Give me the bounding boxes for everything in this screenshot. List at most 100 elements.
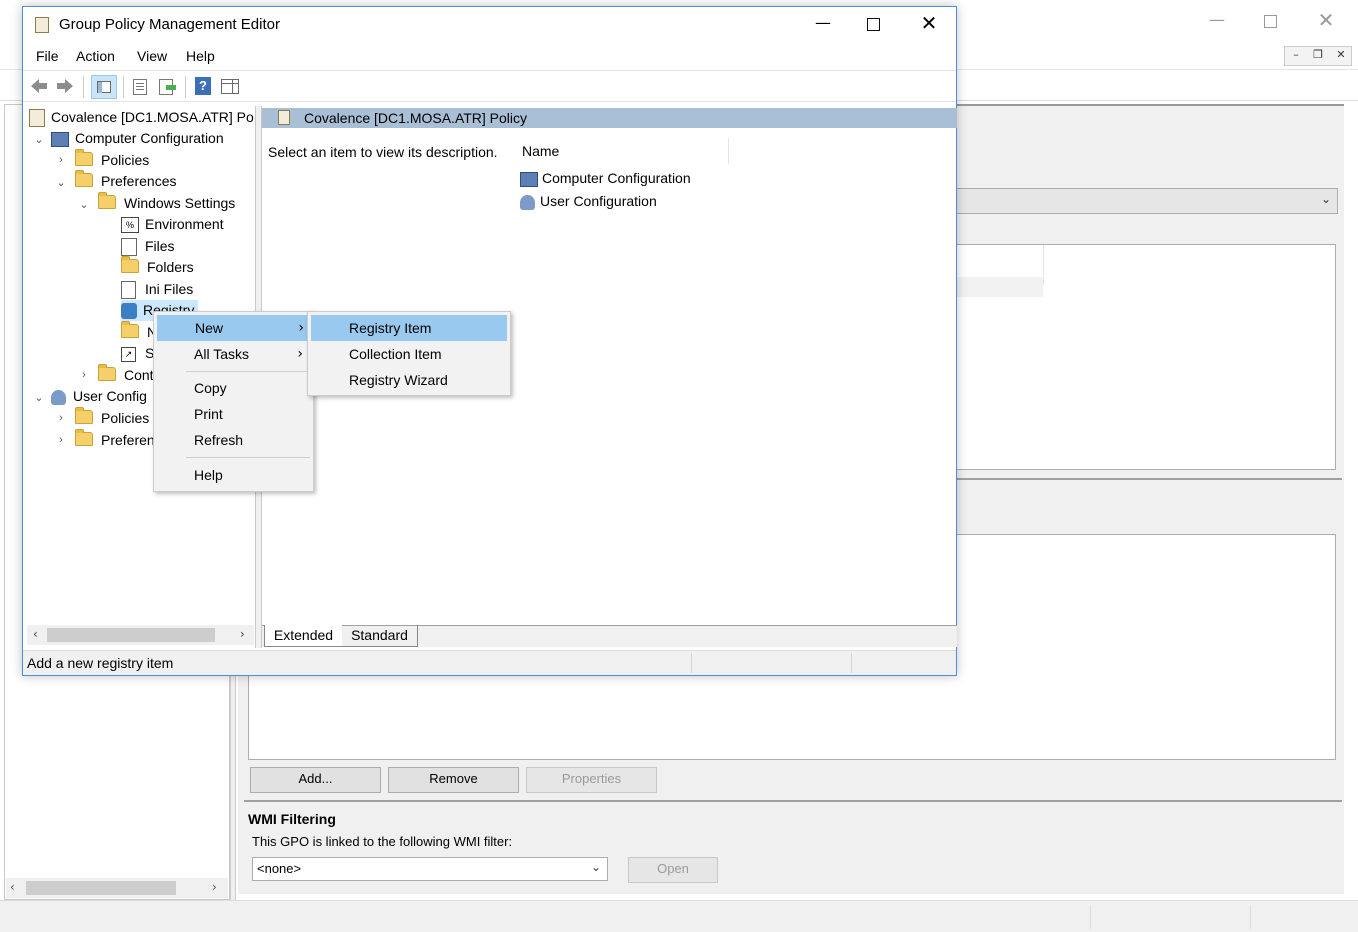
wmi-separator bbox=[244, 800, 1342, 802]
scroll-thumb[interactable] bbox=[26, 881, 176, 895]
tab-standard[interactable]: Standard bbox=[342, 625, 418, 647]
tree-user-preferences[interactable]: Preferen bbox=[75, 429, 155, 451]
chevron-down-icon[interactable]: ⌄ bbox=[55, 177, 67, 189]
minimize-button[interactable]: — bbox=[811, 13, 835, 35]
tab-extended[interactable]: Extended bbox=[264, 625, 342, 647]
menu-item-label: Print bbox=[194, 406, 223, 422]
tree-user-policies[interactable]: Policies bbox=[75, 407, 150, 429]
menu-item-label: Refresh bbox=[194, 432, 244, 448]
tree-hscroll[interactable]: ‹ › bbox=[27, 625, 254, 645]
bg-mdi-minimize[interactable]: – bbox=[1288, 48, 1304, 64]
toolbar-separator bbox=[123, 76, 124, 98]
tree-user-config-label: User Config bbox=[73, 388, 147, 404]
menu-action[interactable]: Action bbox=[76, 48, 115, 64]
menu-item-all-tasks[interactable]: All Tasks › bbox=[154, 341, 313, 367]
menu-item-label: Copy bbox=[194, 380, 227, 396]
list-item-computer-config[interactable]: Computer Configuration bbox=[520, 168, 691, 188]
export-list-icon[interactable] bbox=[159, 79, 176, 95]
tree-root[interactable]: Covalence [DC1.MOSA.ATR] Po bbox=[29, 107, 254, 128]
status-text: Add a new registry item bbox=[27, 655, 174, 671]
bg-close-button[interactable]: ✕ bbox=[1316, 8, 1336, 32]
tree-shortcuts[interactable]: ↗ S bbox=[121, 343, 154, 364]
menu-item-label: All Tasks bbox=[194, 346, 249, 362]
wmi-open-button[interactable]: Open bbox=[628, 857, 718, 883]
tree-user-preferences-label: Preferen bbox=[101, 432, 155, 448]
tree-preferences[interactable]: Preferences bbox=[75, 170, 177, 192]
editor-titlebar: Group Policy Management Editor — ✕ bbox=[23, 7, 956, 43]
menu-view[interactable]: View bbox=[137, 48, 167, 64]
details-header: Covalence [DC1.MOSA.ATR] Policy bbox=[262, 108, 957, 128]
menu-item-label: New bbox=[195, 320, 224, 336]
menu-item-print[interactable]: Print bbox=[154, 401, 313, 427]
tree-files-label: Files bbox=[145, 238, 175, 254]
bg-minimize-button[interactable]: — bbox=[1204, 10, 1230, 34]
menu-item-registry-wizard[interactable]: Registry Wizard bbox=[308, 367, 510, 393]
chevron-right-icon[interactable]: › bbox=[78, 369, 90, 381]
tree-preferences-label: Preferences bbox=[101, 173, 177, 189]
computer-icon bbox=[51, 131, 69, 147]
list-item-user-config[interactable]: User Configuration bbox=[520, 191, 657, 211]
show-action-pane-icon[interactable] bbox=[221, 79, 239, 94]
bg-tree-hscroll[interactable]: ‹ › bbox=[6, 878, 228, 898]
tree-environment[interactable]: % Environment bbox=[121, 214, 224, 235]
chevron-right-icon[interactable]: › bbox=[55, 434, 67, 446]
bg-mdi-close[interactable]: ✕ bbox=[1333, 48, 1349, 64]
tree-files[interactable]: Files bbox=[121, 236, 175, 257]
scroll-right-icon[interactable]: › bbox=[212, 880, 217, 894]
chevron-down-icon[interactable]: ⌄ bbox=[33, 134, 45, 146]
menu-item-copy[interactable]: Copy bbox=[154, 375, 313, 401]
menu-separator bbox=[186, 457, 310, 458]
menu-item-registry-item[interactable]: Registry Item bbox=[311, 315, 507, 341]
tree-user-config[interactable]: User Config bbox=[51, 386, 147, 407]
tree-network-shares[interactable]: N bbox=[121, 321, 157, 343]
forward-arrow-icon[interactable] bbox=[55, 77, 75, 95]
folder-icon bbox=[75, 149, 93, 166]
tree-computer-config[interactable]: Computer Configuration bbox=[51, 128, 224, 149]
chevron-down-icon[interactable]: ⌄ bbox=[78, 199, 90, 211]
scroll-left-icon[interactable]: ‹ bbox=[33, 627, 38, 641]
scroll-right-icon[interactable]: › bbox=[240, 627, 245, 641]
add-button[interactable]: Add... bbox=[250, 767, 381, 793]
menu-item-label: Registry Wizard bbox=[349, 372, 448, 388]
tree-ini-files[interactable]: Ini Files bbox=[121, 279, 193, 300]
remove-button[interactable]: Remove bbox=[388, 767, 519, 793]
list-item-label: Computer Configuration bbox=[542, 170, 691, 186]
tree-user-policies-label: Policies bbox=[101, 410, 150, 426]
menu-help[interactable]: Help bbox=[186, 48, 215, 64]
tree-control-panel[interactable]: Cont bbox=[98, 364, 154, 386]
back-arrow-icon[interactable] bbox=[29, 77, 49, 95]
menu-item-help[interactable]: Help bbox=[154, 462, 313, 488]
tab-standard-label: Standard bbox=[351, 627, 408, 643]
scroll-thumb[interactable] bbox=[47, 628, 215, 642]
show-hide-tree-icon[interactable] bbox=[91, 75, 117, 99]
chevron-down-icon[interactable]: ⌄ bbox=[33, 392, 45, 404]
bg-mdi-restore[interactable]: ❐ bbox=[1310, 48, 1326, 64]
properties-button[interactable]: Properties bbox=[526, 767, 657, 793]
menu-item-collection-item[interactable]: Collection Item bbox=[308, 341, 510, 367]
menu-file[interactable]: File bbox=[36, 48, 59, 64]
status-divider bbox=[691, 653, 692, 673]
wmi-select-value: <none> bbox=[257, 861, 302, 876]
list-row[interactable] bbox=[957, 277, 1043, 297]
list-item-label: User Configuration bbox=[540, 193, 657, 209]
bg-dropdown[interactable]: ⌄ bbox=[956, 188, 1338, 214]
menu-item-new[interactable]: New › bbox=[157, 315, 310, 341]
help-icon[interactable]: ? bbox=[195, 77, 211, 95]
chevron-right-icon[interactable]: › bbox=[55, 412, 67, 424]
menu-item-refresh[interactable]: Refresh bbox=[154, 427, 313, 453]
properties-icon[interactable] bbox=[133, 79, 147, 95]
tree-folders[interactable]: Folders bbox=[121, 256, 194, 278]
maximize-button[interactable] bbox=[867, 18, 880, 31]
bg-separator bbox=[956, 478, 1342, 480]
tree-policies[interactable]: Policies bbox=[75, 149, 149, 171]
chevron-right-icon[interactable]: › bbox=[55, 154, 67, 166]
list-column-divider bbox=[1043, 245, 1044, 285]
wmi-filter-select[interactable]: <none> ⌄ bbox=[252, 857, 608, 881]
tree-windows-settings[interactable]: Windows Settings bbox=[98, 192, 235, 214]
scroll-left-icon[interactable]: ‹ bbox=[10, 880, 15, 894]
close-button[interactable]: ✕ bbox=[917, 11, 941, 37]
tab-extended-label: Extended bbox=[273, 627, 334, 643]
column-header-name[interactable]: Name bbox=[522, 143, 559, 159]
bg-listbox-top[interactable] bbox=[956, 244, 1336, 470]
bg-maximize-button[interactable] bbox=[1264, 15, 1277, 28]
